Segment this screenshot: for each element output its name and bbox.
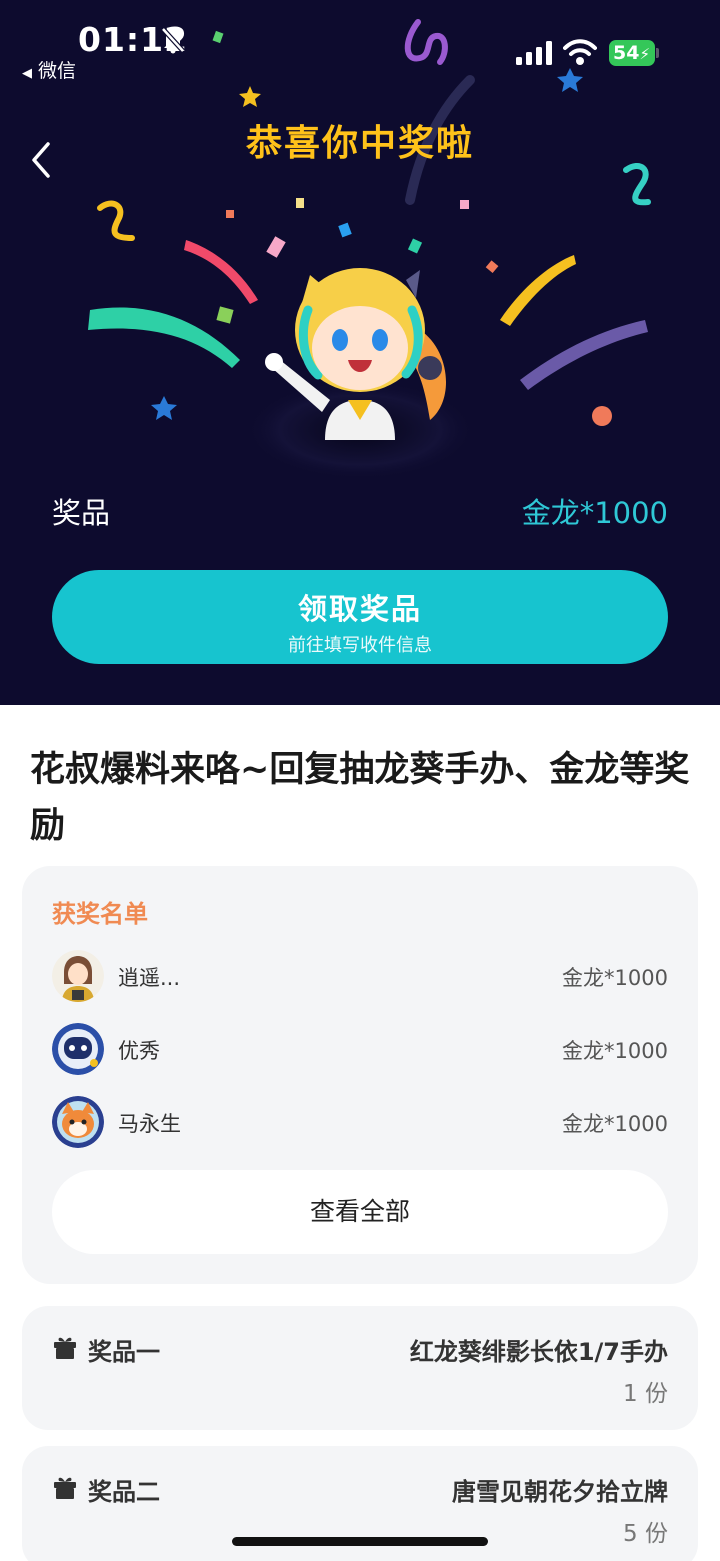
prize-label: 奖品	[52, 496, 111, 530]
prize-name: 红龙葵绯影长依1/7手办	[409, 1338, 668, 1366]
gift-icon	[54, 1477, 76, 1499]
hero-banner: 01:12 ◀ 微信 54⚡ 恭喜你中奖啦 奖品 金龙*1000 领取奖品 前往…	[0, 0, 720, 705]
claim-button-label: 领取奖品	[297, 592, 422, 626]
avatar	[52, 1023, 104, 1075]
view-all-winners-button[interactable]: 查看全部	[52, 1170, 668, 1254]
hero-title: 恭喜你中奖啦	[245, 123, 474, 164]
bell-muted-icon	[161, 27, 185, 54]
prize-quantity: 1 份	[623, 1381, 668, 1407]
winners-list-card: 获奖名单 逍遥... 金龙*1000 优秀 金龙*1000 马永生 金龙*100…	[22, 866, 698, 1284]
mascot-illustration	[245, 268, 475, 480]
prize-name: 唐雪见朝花夕拾立牌	[452, 1478, 668, 1506]
winner-row: 逍遥... 金龙*1000	[52, 950, 668, 1002]
page: 01:12 ◀ 微信 54⚡ 恭喜你中奖啦 奖品 金龙*1000 领取奖品 前往…	[0, 0, 720, 1561]
gift-icon	[54, 1337, 76, 1359]
winner-row: 优秀 金龙*1000	[52, 1023, 668, 1075]
status-bar: 01:12 ◀ 微信 54⚡	[0, 0, 720, 90]
prize-tier: 奖品二	[88, 1478, 160, 1506]
winner-prize: 金龙*1000	[562, 1039, 668, 1063]
winner-name: 马永生	[118, 1112, 181, 1136]
prize-tier: 奖品一	[88, 1338, 160, 1366]
home-indicator[interactable]	[232, 1537, 488, 1546]
back-app-label: 微信	[38, 60, 77, 82]
winner-prize: 金龙*1000	[562, 966, 668, 990]
wifi-icon	[563, 39, 597, 65]
winner-row: 马永生 金龙*1000	[52, 1096, 668, 1148]
back-to-wechat-link[interactable]: ◀ 微信	[22, 56, 76, 83]
winner-name: 优秀	[118, 1039, 160, 1063]
claim-button-sublabel: 前往填写收件信息	[288, 635, 432, 656]
battery-level: 54	[613, 42, 640, 64]
signal-icon	[516, 41, 552, 65]
winner-name: 逍遥...	[118, 966, 181, 990]
winners-list-title: 获奖名单	[52, 900, 148, 928]
event-title: 花叔爆料来咯~回复抽龙葵手办、金龙等奖励	[30, 750, 690, 846]
claim-prize-button[interactable]: 领取奖品 前往填写收件信息	[52, 570, 668, 664]
battery-indicator: 54⚡	[609, 40, 655, 66]
winner-prize: 金龙*1000	[562, 1112, 668, 1136]
battery-cap	[656, 48, 659, 58]
prize-card: 奖品一 红龙葵绯影长依1/7手办 1 份	[22, 1306, 698, 1430]
avatar	[52, 1096, 104, 1148]
avatar	[52, 950, 104, 1002]
prize-value: 金龙*1000	[521, 496, 668, 530]
prize-quantity: 5 份	[623, 1521, 668, 1547]
